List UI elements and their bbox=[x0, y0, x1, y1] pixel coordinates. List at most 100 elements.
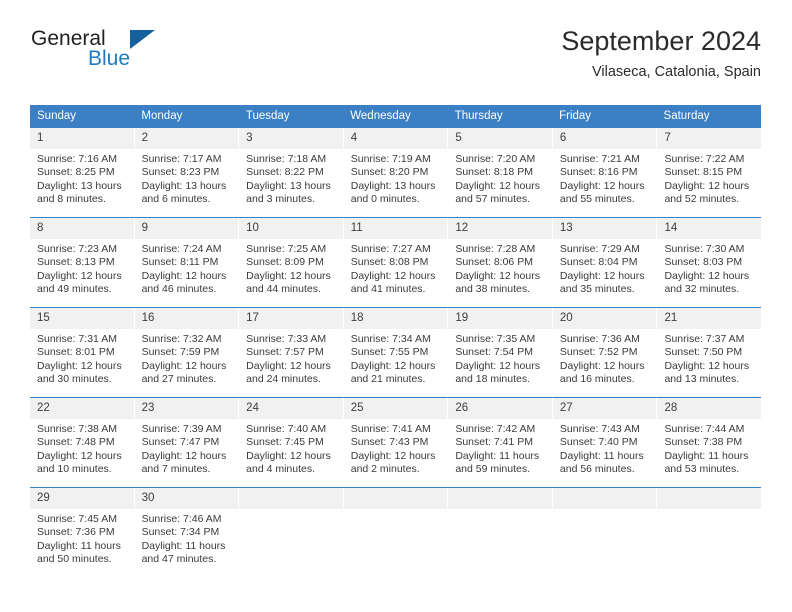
day-cell[interactable]: 18 Sunrise: 7:34 AM Sunset: 7:55 PM Dayl… bbox=[343, 308, 449, 397]
day-cell[interactable]: 12 Sunrise: 7:28 AM Sunset: 8:06 PM Dayl… bbox=[448, 218, 553, 307]
day-cell[interactable]: 25 Sunrise: 7:41 AM Sunset: 7:43 PM Dayl… bbox=[343, 398, 449, 487]
week-row: 22 Sunrise: 7:38 AM Sunset: 7:48 PM Dayl… bbox=[30, 397, 762, 487]
sunrise-text: Sunrise: 7:18 AM bbox=[246, 153, 327, 165]
day-cell[interactable]: 17 Sunrise: 7:33 AM Sunset: 7:57 PM Dayl… bbox=[239, 308, 344, 397]
sunset-text: Sunset: 7:48 PM bbox=[37, 436, 115, 449]
day-details: Sunrise: 7:34 AM Sunset: 7:55 PM Dayligh… bbox=[344, 329, 448, 387]
sunset-text: Sunset: 7:50 PM bbox=[664, 346, 743, 359]
day-details: Sunrise: 7:31 AM Sunset: 8:01 PM Dayligh… bbox=[30, 329, 134, 387]
day-details: Sunrise: 7:19 AM Sunset: 8:20 PM Dayligh… bbox=[344, 149, 448, 207]
daylight-text-line2: and 16 minutes. bbox=[559, 373, 635, 386]
day-cell-empty bbox=[657, 488, 762, 577]
day-details: Sunrise: 7:43 AM Sunset: 7:40 PM Dayligh… bbox=[553, 419, 657, 477]
day-cell[interactable]: 7 Sunrise: 7:22 AM Sunset: 8:15 PM Dayli… bbox=[657, 128, 762, 217]
sunrise-text: Sunrise: 7:40 AM bbox=[246, 423, 327, 435]
daylight-text-line1: Daylight: 12 hours bbox=[664, 359, 750, 372]
daylight-text-line2: and 10 minutes. bbox=[37, 463, 112, 476]
daylight-text-line1: Daylight: 12 hours bbox=[350, 269, 436, 282]
day-details: Sunrise: 7:18 AM Sunset: 8:22 PM Dayligh… bbox=[239, 149, 343, 207]
week-row: 15 Sunrise: 7:31 AM Sunset: 8:01 PM Dayl… bbox=[30, 307, 762, 397]
day-cell[interactable]: 10 Sunrise: 7:25 AM Sunset: 8:09 PM Dayl… bbox=[239, 218, 344, 307]
daylight-text-line2: and 47 minutes. bbox=[141, 553, 217, 566]
day-cell[interactable]: 8 Sunrise: 7:23 AM Sunset: 8:13 PM Dayli… bbox=[30, 218, 135, 307]
day-cell[interactable]: 5 Sunrise: 7:20 AM Sunset: 8:18 PM Dayli… bbox=[448, 128, 553, 217]
day-cell[interactable]: 11 Sunrise: 7:27 AM Sunset: 8:08 PM Dayl… bbox=[343, 218, 449, 307]
daylight-text-line1: Daylight: 12 hours bbox=[246, 269, 331, 282]
weekday-header-friday: Friday bbox=[559, 110, 592, 122]
sunset-text: Sunset: 8:09 PM bbox=[246, 256, 324, 269]
day-cell[interactable]: 16 Sunrise: 7:32 AM Sunset: 7:59 PM Dayl… bbox=[134, 308, 240, 397]
day-cell[interactable]: 28 Sunrise: 7:44 AM Sunset: 7:38 PM Dayl… bbox=[657, 398, 762, 487]
day-details: Sunrise: 7:23 AM Sunset: 8:13 PM Dayligh… bbox=[30, 239, 134, 297]
sunset-text: Sunset: 8:01 PM bbox=[37, 346, 115, 359]
sunset-text: Sunset: 7:47 PM bbox=[141, 436, 220, 449]
daylight-text-line1: Daylight: 12 hours bbox=[455, 269, 540, 282]
day-number: 24 bbox=[239, 398, 343, 419]
weekday-header-row: Sunday Monday Tuesday Wednesday Thursday… bbox=[30, 105, 761, 128]
day-cell[interactable]: 27 Sunrise: 7:43 AM Sunset: 7:40 PM Dayl… bbox=[552, 398, 658, 487]
sunrise-text: Sunrise: 7:35 AM bbox=[455, 333, 536, 345]
weekday-header-thursday: Thursday bbox=[454, 110, 503, 122]
day-details: Sunrise: 7:44 AM Sunset: 7:38 PM Dayligh… bbox=[657, 419, 761, 477]
day-cell[interactable]: 9 Sunrise: 7:24 AM Sunset: 8:11 PM Dayli… bbox=[134, 218, 240, 307]
daylight-text-line2: and 24 minutes. bbox=[246, 373, 321, 386]
daylight-text-line2: and 0 minutes. bbox=[350, 193, 420, 206]
day-number bbox=[552, 488, 657, 509]
sunset-text: Sunset: 7:45 PM bbox=[246, 436, 324, 449]
day-cell[interactable]: 2 Sunrise: 7:17 AM Sunset: 8:23 PM Dayli… bbox=[134, 128, 240, 217]
daylight-text-line1: Daylight: 13 hours bbox=[141, 179, 227, 192]
day-cell-empty bbox=[343, 488, 449, 577]
day-cell[interactable]: 4 Sunrise: 7:19 AM Sunset: 8:20 PM Dayli… bbox=[343, 128, 449, 217]
sunrise-text: Sunrise: 7:38 AM bbox=[37, 423, 117, 435]
day-cell[interactable]: 22 Sunrise: 7:38 AM Sunset: 7:48 PM Dayl… bbox=[30, 398, 135, 487]
daylight-text-line1: Daylight: 12 hours bbox=[350, 449, 436, 462]
day-cell[interactable]: 14 Sunrise: 7:30 AM Sunset: 8:03 PM Dayl… bbox=[657, 218, 762, 307]
day-cell[interactable]: 23 Sunrise: 7:39 AM Sunset: 7:47 PM Dayl… bbox=[134, 398, 240, 487]
day-number: 20 bbox=[552, 308, 657, 329]
sunrise-text: Sunrise: 7:17 AM bbox=[141, 153, 222, 165]
day-number: 6 bbox=[552, 128, 657, 149]
sunrise-text: Sunrise: 7:32 AM bbox=[141, 333, 222, 345]
page-header: General Blue September 2024 Vilaseca, Ca… bbox=[30, 26, 761, 98]
day-cell[interactable]: 1 Sunrise: 7:16 AM Sunset: 8:25 PM Dayli… bbox=[30, 128, 135, 217]
sunrise-text: Sunrise: 7:34 AM bbox=[350, 333, 431, 345]
day-cell[interactable]: 29 Sunrise: 7:45 AM Sunset: 7:36 PM Dayl… bbox=[30, 488, 135, 577]
daylight-text-line1: Daylight: 12 hours bbox=[559, 359, 645, 372]
daylight-text-line1: Daylight: 11 hours bbox=[141, 539, 226, 552]
day-cell[interactable]: 26 Sunrise: 7:42 AM Sunset: 7:41 PM Dayl… bbox=[448, 398, 553, 487]
sunrise-text: Sunrise: 7:46 AM bbox=[141, 513, 222, 525]
day-details: Sunrise: 7:33 AM Sunset: 7:57 PM Dayligh… bbox=[239, 329, 343, 387]
day-cell[interactable]: 20 Sunrise: 7:36 AM Sunset: 7:52 PM Dayl… bbox=[552, 308, 658, 397]
sunrise-text: Sunrise: 7:24 AM bbox=[141, 243, 222, 255]
sunset-text: Sunset: 8:23 PM bbox=[141, 166, 220, 179]
daylight-text-line1: Daylight: 11 hours bbox=[664, 449, 749, 462]
daylight-text-line1: Daylight: 12 hours bbox=[559, 179, 645, 192]
day-cell[interactable]: 19 Sunrise: 7:35 AM Sunset: 7:54 PM Dayl… bbox=[448, 308, 553, 397]
daylight-text-line1: Daylight: 12 hours bbox=[141, 269, 227, 282]
sunset-text: Sunset: 7:34 PM bbox=[141, 526, 220, 539]
sunset-text: Sunset: 8:13 PM bbox=[37, 256, 115, 269]
sunset-text: Sunset: 8:08 PM bbox=[350, 256, 429, 269]
sunrise-text: Sunrise: 7:31 AM bbox=[37, 333, 117, 345]
daylight-text-line1: Daylight: 13 hours bbox=[350, 179, 436, 192]
day-cell[interactable]: 13 Sunrise: 7:29 AM Sunset: 8:04 PM Dayl… bbox=[552, 218, 658, 307]
sunset-text: Sunset: 7:36 PM bbox=[37, 526, 115, 539]
daylight-text-line1: Daylight: 11 hours bbox=[455, 449, 540, 462]
day-cell[interactable]: 30 Sunrise: 7:46 AM Sunset: 7:34 PM Dayl… bbox=[134, 488, 240, 577]
day-cell[interactable]: 15 Sunrise: 7:31 AM Sunset: 8:01 PM Dayl… bbox=[30, 308, 135, 397]
sunset-text: Sunset: 7:59 PM bbox=[141, 346, 220, 359]
day-details: Sunrise: 7:30 AM Sunset: 8:03 PM Dayligh… bbox=[657, 239, 761, 297]
daylight-text-line2: and 56 minutes. bbox=[559, 463, 635, 476]
sunset-text: Sunset: 7:57 PM bbox=[246, 346, 324, 359]
page-title: September 2024 bbox=[561, 26, 761, 56]
day-number: 26 bbox=[448, 398, 552, 419]
day-cell[interactable]: 24 Sunrise: 7:40 AM Sunset: 7:45 PM Dayl… bbox=[239, 398, 344, 487]
day-cell[interactable]: 3 Sunrise: 7:18 AM Sunset: 8:22 PM Dayli… bbox=[239, 128, 344, 217]
day-number: 12 bbox=[448, 218, 552, 239]
sunset-text: Sunset: 7:40 PM bbox=[559, 436, 638, 449]
brand-logo[interactable]: General Blue bbox=[30, 26, 250, 82]
day-number bbox=[657, 488, 762, 509]
day-cell[interactable]: 21 Sunrise: 7:37 AM Sunset: 7:50 PM Dayl… bbox=[657, 308, 762, 397]
daylight-text-line1: Daylight: 12 hours bbox=[246, 449, 331, 462]
day-cell[interactable]: 6 Sunrise: 7:21 AM Sunset: 8:16 PM Dayli… bbox=[552, 128, 658, 217]
